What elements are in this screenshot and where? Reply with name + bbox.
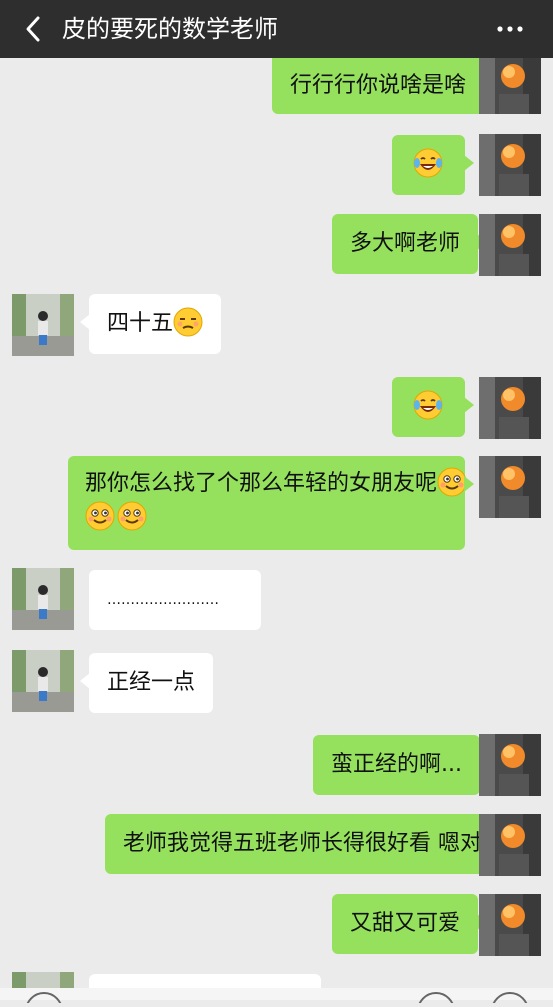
my-avatar[interactable] <box>479 377 541 439</box>
my-avatar[interactable] <box>479 734 541 796</box>
laughing-crying-emoji <box>413 390 443 420</box>
message-text: 老师我觉得五班老师长得很好看 嗯对 <box>123 831 482 856</box>
message-text: 又甜又可爱 <box>350 911 461 936</box>
my-avatar[interactable] <box>479 814 541 876</box>
contact-avatar[interactable] <box>12 294 74 356</box>
grinning-squint-emoji <box>85 501 115 531</box>
message-bubble-sent[interactable]: 又甜又可爱 <box>332 894 488 954</box>
message-bubble-sent[interactable]: 行行行你说啥是啥 <box>272 58 494 114</box>
message-bubble-sent[interactable]: 那你怎么找了个那么年轻的女朋友呢 <box>68 456 474 550</box>
grinning-squint-emoji <box>117 501 147 531</box>
message-text: 正经一点 <box>107 670 196 695</box>
my-avatar[interactable] <box>479 214 541 276</box>
message-bubble-sent[interactable]: 蛮正经的啊... <box>313 735 489 795</box>
message-text: 行行行你说啥是啥 <box>290 73 467 98</box>
message-bubble-sent[interactable] <box>392 135 474 195</box>
unamused-face-emoji <box>173 307 203 337</box>
message-text: 四十五 <box>107 311 174 336</box>
grinning-squint-emoji <box>437 467 467 497</box>
chat-message-list[interactable]: 行行行你说啥是啥 多大啊老师 四十五 那你怎么找了个那么年轻的女朋友呢 …………… <box>0 58 553 1000</box>
contact-avatar[interactable] <box>12 568 74 630</box>
message-bubble-sent[interactable]: 多大啊老师 <box>332 214 488 274</box>
message-text: 那你怎么找了个那么年轻的女朋友呢 <box>85 471 438 496</box>
chat-title: 皮的要死的数学老师 <box>62 15 278 43</box>
contact-avatar[interactable] <box>12 650 74 712</box>
input-bar-controls-icon <box>25 992 529 1007</box>
message-bubble-received[interactable]: 正经一点 <box>79 653 214 713</box>
message-text: 多大啊老师 <box>350 231 461 256</box>
more-dots-icon[interactable] <box>495 14 525 44</box>
chat-header: 皮的要死的数学老师 <box>0 0 553 58</box>
my-avatar[interactable] <box>479 894 541 956</box>
message-text: …………………… <box>107 592 219 608</box>
my-avatar[interactable] <box>479 456 541 518</box>
message-bubble-sent[interactable] <box>392 377 474 437</box>
message-bubble-received[interactable]: …………………… <box>89 570 261 630</box>
message-bubble-sent[interactable]: 老师我觉得五班老师长得很好看 嗯对 <box>105 814 509 874</box>
message-bubble-received[interactable]: 四十五 <box>79 294 222 354</box>
laughing-crying-emoji <box>413 148 443 178</box>
message-text: 蛮正经的啊... <box>331 752 462 777</box>
input-bar[interactable] <box>0 988 553 1007</box>
my-avatar[interactable] <box>479 134 541 196</box>
my-avatar[interactable] <box>479 58 541 114</box>
chevron-left-icon[interactable] <box>18 12 52 46</box>
